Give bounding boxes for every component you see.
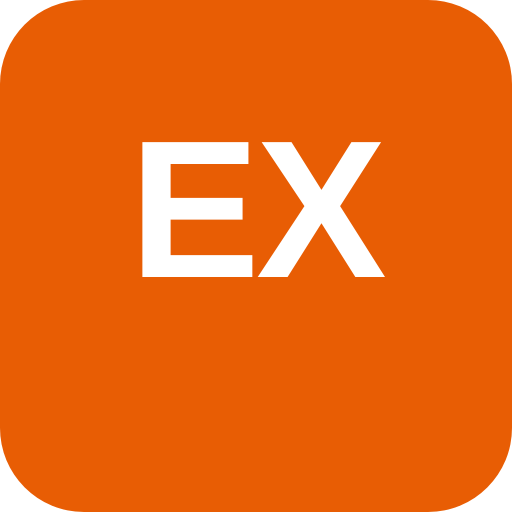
app-icon[interactable]: EX (0, 0, 512, 512)
app-icon-text: EX (129, 100, 386, 319)
